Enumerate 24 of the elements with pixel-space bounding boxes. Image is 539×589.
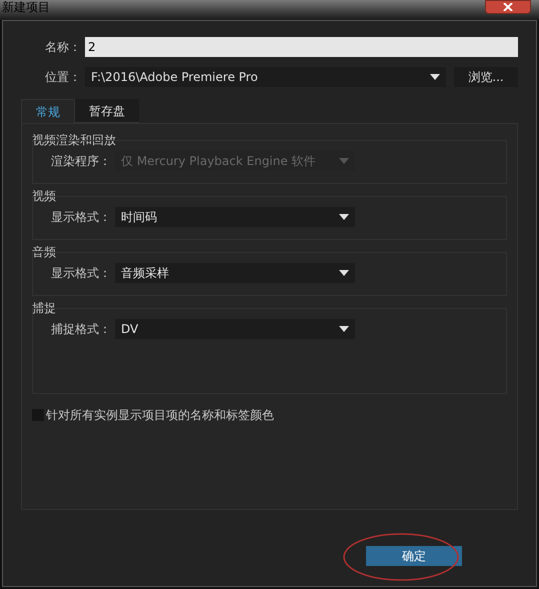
field-label: 位置： [44, 69, 81, 86]
dropdown-caret-icon [339, 270, 349, 276]
dropdown-caret-icon [430, 74, 440, 80]
close-button[interactable] [485, 0, 531, 14]
tab[interactable]: 常规 [21, 99, 75, 123]
field-label: 显示格式： [50, 265, 111, 282]
field-label: 捕捉格式： [50, 321, 111, 338]
dropdown[interactable]: 时间码 [115, 207, 355, 227]
field-label: 名称： [44, 39, 81, 56]
dropdown-caret-icon [339, 158, 349, 164]
checkbox-label: 针对所有实例显示项目项的名称和标签颜色 [46, 407, 274, 424]
dropdown-caret-icon [339, 326, 349, 332]
close-icon [503, 3, 513, 11]
browse-button[interactable]: 浏览... [454, 67, 518, 87]
location-dropdown[interactable]: F:\2016\Adobe Premiere Pro [85, 67, 446, 87]
window-title: 新建项目 [2, 0, 50, 14]
dropdown[interactable]: DV [115, 319, 355, 339]
dropdown-caret-icon [339, 214, 349, 220]
field-label: 显示格式： [50, 209, 111, 226]
dropdown[interactable]: 音频采样 [115, 263, 355, 283]
ok-button[interactable]: 确定 [366, 546, 462, 566]
field-label: 渲染程序： [50, 153, 111, 170]
tab[interactable]: 暂存盘 [75, 99, 139, 123]
name-field[interactable]: 2 [85, 37, 518, 57]
